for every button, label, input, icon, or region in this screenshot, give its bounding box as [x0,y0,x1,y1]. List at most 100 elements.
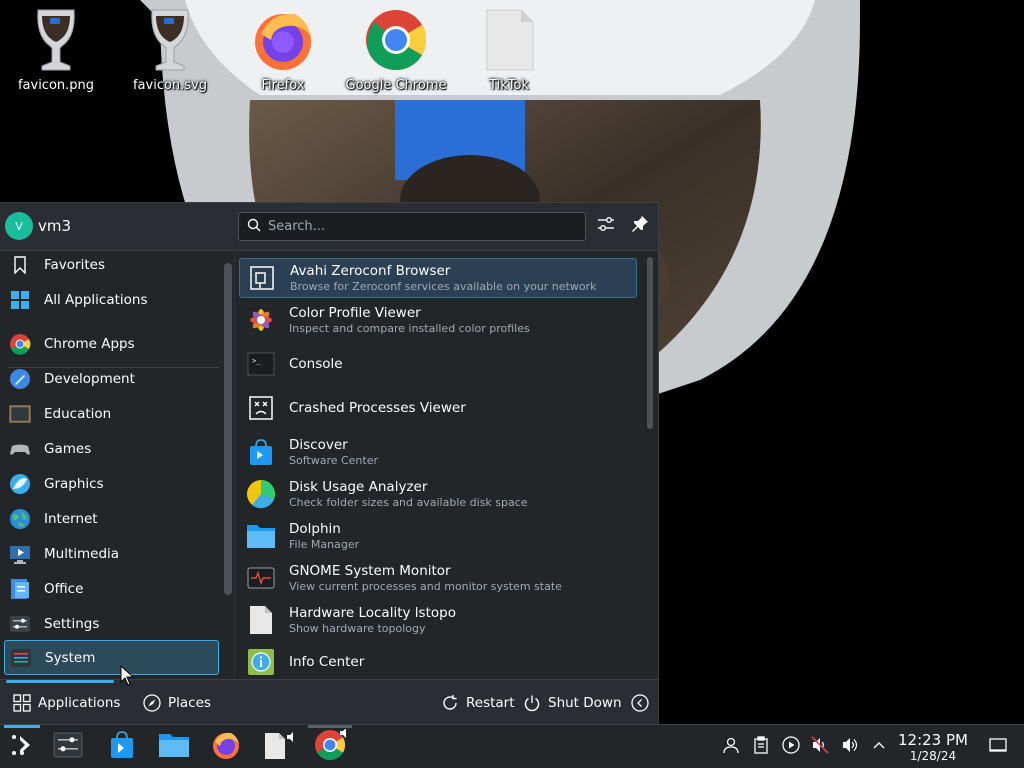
app-dolphin[interactable]: Dolphin File Manager [239,516,637,556]
taskbar-discover[interactable] [100,725,144,768]
restart-icon [440,693,460,713]
category-label: Office [44,580,84,597]
tray-audio-muted[interactable] [810,736,830,757]
pin-button[interactable] [629,215,651,237]
dolphin-icon [158,731,190,763]
search-field[interactable] [238,212,586,241]
taskbar-chrome[interactable] [308,725,352,768]
taskbar: 12:23 PM 1/28/24 [0,724,1024,768]
category-games[interactable]: Games [4,431,219,466]
pie-disk-icon [245,478,277,510]
application-list: Avahi Zeroconf Browser Browse for Zerocon… [234,251,658,679]
leave-more-button[interactable] [630,680,656,726]
mouse-cursor-icon [120,664,136,691]
category-chrome-apps[interactable]: Chrome Apps [4,326,219,361]
folder-icon [245,520,277,552]
shutdown-button[interactable]: Shut Down [522,680,622,726]
app-description: View current processes and monitor syste… [289,580,562,593]
desktop-icon-favicon-svg[interactable]: favicon.svg [115,6,225,93]
restart-button[interactable]: Restart [440,680,515,726]
desktop-icon-label: favicon.svg [132,78,208,93]
speaker-icon [841,736,859,758]
category-graphics[interactable]: Graphics [4,466,219,501]
app-avahi-zeroconf-browser[interactable]: Avahi Zeroconf Browser Browse for Zerocon… [239,258,637,298]
launcher-header: V vm3 [0,203,658,251]
taskbar-firefox[interactable] [204,725,248,768]
app-name: Disk Usage Analyzer [289,479,428,495]
tray-clipboard[interactable] [751,736,771,757]
tray-volume[interactable] [840,737,860,757]
restart-label: Restart [466,695,515,711]
app-disk-usage-analyzer[interactable]: Disk Usage Analyzer Check folder sizes an… [239,474,637,514]
category-system[interactable]: System [4,640,219,675]
network-icon [246,262,278,294]
app-description: Inspect and compare installed color prof… [289,322,530,335]
category-development[interactable]: Development [4,361,219,396]
clock-time[interactable]: 12:23 PM [898,731,968,749]
file-icon [477,6,541,72]
sliders-icon [596,214,616,238]
app-name: Discover [289,437,348,453]
avatar[interactable]: V [5,212,33,240]
grid-icon [12,693,32,713]
pin-icon [631,215,649,237]
app-launcher-button[interactable] [0,725,44,768]
compass-icon [142,693,162,713]
clock-date[interactable]: 1/28/24 [898,749,968,763]
taskbar-file-audio[interactable] [256,725,300,768]
settings-icon [9,613,31,635]
play-icon [782,736,800,758]
app-hardware-locality-lstopo[interactable]: Hardware Locality lstopo Show hardware to… [239,600,637,640]
tray-expand[interactable] [869,737,889,757]
development-icon [9,368,31,390]
app-discover[interactable]: Discover Software Center [239,432,637,472]
configure-button[interactable] [595,215,617,237]
info-icon [245,646,277,678]
category-label: Settings [44,615,100,632]
shutdown-label: Shut Down [548,695,622,711]
category-label: All Applications [44,291,148,308]
taskbar-system-settings[interactable] [46,725,90,768]
taskbar-dolphin[interactable] [152,725,196,768]
app-color-profile-viewer[interactable]: Color Profile Viewer Inspect and compare … [239,300,637,340]
graphics-icon [9,473,31,495]
chrome-icon [364,6,428,72]
terminal-icon: >_ [245,348,277,380]
office-icon [9,578,31,600]
app-crashed-processes-viewer[interactable]: Crashed Processes Viewer [239,388,637,428]
desktop-icon-firefox[interactable]: Firefox [228,6,338,93]
tab-places[interactable]: Places [142,680,211,726]
gamepad-icon [9,438,31,460]
category-label: System [45,649,96,666]
category-internet[interactable]: Internet [4,501,219,536]
category-all-applications[interactable]: All Applications [4,282,219,317]
desktop-icon-google-chrome[interactable]: Google Chrome [341,6,451,93]
chevron-up-icon [871,737,887,757]
desktop-icon-label: Firefox [261,78,305,93]
app-console[interactable]: >_ Console [239,344,637,384]
chrome-icon [314,728,346,765]
category-office[interactable]: Office [4,571,219,606]
category-label: Education [44,405,112,422]
firefox-icon [211,730,241,764]
category-favorites[interactable]: Favorites [4,251,219,282]
tray-user-switcher[interactable] [721,737,741,757]
desktop-icon-favicon-png[interactable]: favicon.png [1,6,111,93]
desktop-icon-tiktok[interactable]: TikTok [454,6,564,93]
app-info-center[interactable]: Info Center [239,642,637,679]
tab-applications[interactable]: Applications [12,680,120,726]
svg-text:>_: >_ [252,357,261,365]
search-input[interactable] [268,219,568,234]
category-multimedia[interactable]: Multimedia [4,536,219,571]
desktop-icon-label: TikTok [489,78,529,93]
category-scrollbar[interactable] [224,263,232,595]
tray-show-desktop[interactable] [988,737,1008,757]
application-scrollbar[interactable] [647,257,653,429]
category-label: Graphics [44,475,104,492]
app-gnome-system-monitor[interactable]: GNOME System Monitor View current process… [239,558,637,598]
app-description: Show hardware topology [289,622,426,635]
category-label: Games [44,440,92,457]
tray-media-player[interactable] [781,736,801,758]
category-education[interactable]: Education [4,396,219,431]
category-settings[interactable]: Settings [4,606,219,641]
